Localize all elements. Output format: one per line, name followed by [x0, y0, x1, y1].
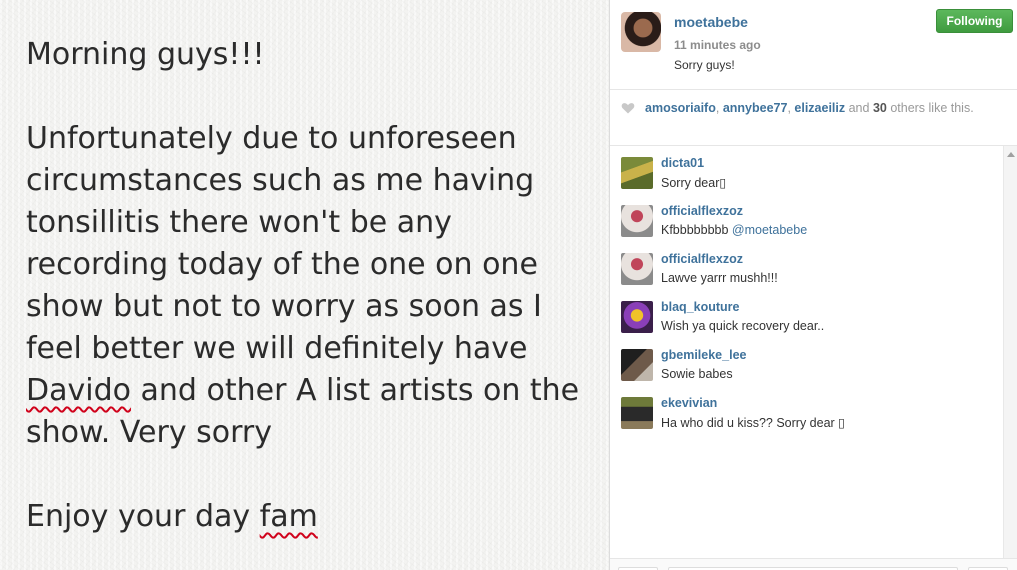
- comment-item: officialflexzoz Lawve yarrr mushh!!!: [610, 250, 1017, 298]
- scroll-up-arrow-icon[interactable]: [1007, 152, 1015, 157]
- avatar[interactable]: [621, 301, 653, 333]
- avatar[interactable]: [621, 205, 653, 237]
- comment-text: Kfbbbbbbbb @moetabebe: [661, 223, 807, 237]
- post-header: moetabebe 11 minutes ago Sorry guys! Fol…: [610, 0, 1017, 90]
- comment-item: ekevivian Ha who did u kiss?? Sorry dear…: [610, 394, 1017, 442]
- note-text: Morning guys!!! Unfortunately due to unf…: [26, 34, 586, 538]
- liker-link[interactable]: annybee77: [723, 101, 788, 115]
- following-button[interactable]: Following: [936, 9, 1013, 33]
- avatar[interactable]: [621, 157, 653, 189]
- liker-link[interactable]: elizaeiliz: [794, 101, 845, 115]
- comment-item: dicta01 Sorry dear▯: [610, 154, 1017, 202]
- separator: ,: [715, 101, 723, 115]
- comment-body: Wish ya quick recovery dear..: [661, 319, 825, 333]
- post-timestamp[interactable]: 11 minutes ago: [674, 38, 761, 52]
- comment-username[interactable]: officialflexzoz: [661, 252, 743, 266]
- comments-scrollbar[interactable]: [1003, 146, 1017, 558]
- avatar[interactable]: [621, 253, 653, 285]
- likes-suffix: others like this.: [886, 101, 974, 115]
- note-line: show. Very sorry: [26, 415, 273, 450]
- likes-count[interactable]: 30: [873, 101, 887, 115]
- comment-username[interactable]: officialflexzoz: [661, 204, 743, 218]
- post-caption: Sorry guys!: [674, 58, 735, 72]
- note-line: feel better we will definitely have: [26, 331, 528, 366]
- comments-list: dicta01 Sorry dear▯ officialflexzoz Kfbb…: [610, 146, 1017, 558]
- comment-username[interactable]: ekevivian: [661, 396, 717, 410]
- note-line: Morning guys!!!: [26, 37, 265, 72]
- note-line: show but not to worry as soon as I: [26, 289, 542, 324]
- comment-body: Sorry dear▯: [661, 176, 727, 190]
- author-username[interactable]: moetabebe: [674, 14, 748, 30]
- note-line: tonsillitis there won't be any: [26, 205, 452, 240]
- liker-link[interactable]: amosoriaifo: [645, 101, 716, 115]
- note-line: recording today of the one on one: [26, 247, 538, 282]
- comment-body: Lawve yarrr mushh!!!: [661, 271, 778, 285]
- avatar[interactable]: [621, 397, 653, 429]
- note-line: circumstances such as me having: [26, 163, 535, 198]
- comment-item: officialflexzoz Kfbbbbbbbb @moetabebe: [610, 202, 1017, 250]
- comment-input-bar: [610, 558, 1017, 570]
- comment-text: Sowie babes: [661, 367, 733, 381]
- comment-text: Ha who did u kiss?? Sorry dear ▯: [661, 415, 845, 430]
- mention-link[interactable]: @moetabebe: [732, 223, 807, 237]
- comment-body: Ha who did u kiss?? Sorry dear ▯: [661, 416, 846, 430]
- heart-icon[interactable]: [621, 101, 635, 115]
- comment-username[interactable]: gbemileke_lee: [661, 348, 746, 362]
- likes-summary: amosoriaifo, annybee77, elizaeiliz and 3…: [610, 90, 1017, 146]
- comment-text: Wish ya quick recovery dear..: [661, 319, 824, 333]
- note-line: Enjoy your day fam: [26, 499, 318, 534]
- comment-item: blaq_kouture Wish ya quick recovery dear…: [610, 298, 1017, 346]
- spellcheck-word: Davido: [26, 373, 131, 408]
- comment-item: gbemileke_lee Sowie babes: [610, 346, 1017, 394]
- avatar[interactable]: [621, 349, 653, 381]
- note-line: Unfortunately due to unforeseen: [26, 121, 517, 156]
- likes-and-text: and: [845, 101, 873, 115]
- avatar[interactable]: [621, 12, 661, 52]
- comment-text: Sorry dear▯: [661, 175, 726, 190]
- post-photo: Morning guys!!! Unfortunately due to unf…: [0, 0, 609, 570]
- spellcheck-word: fam: [259, 499, 318, 534]
- note-line: Davido and other A list artists on the: [26, 373, 580, 408]
- comment-username[interactable]: blaq_kouture: [661, 300, 740, 314]
- comment-body: Sowie babes: [661, 367, 733, 381]
- comment-body: Kfbbbbbbbb: [661, 223, 732, 237]
- comment-username[interactable]: dicta01: [661, 156, 704, 170]
- comment-text: Lawve yarrr mushh!!!: [661, 271, 778, 285]
- post-details-panel: moetabebe 11 minutes ago Sorry guys! Fol…: [610, 0, 1017, 570]
